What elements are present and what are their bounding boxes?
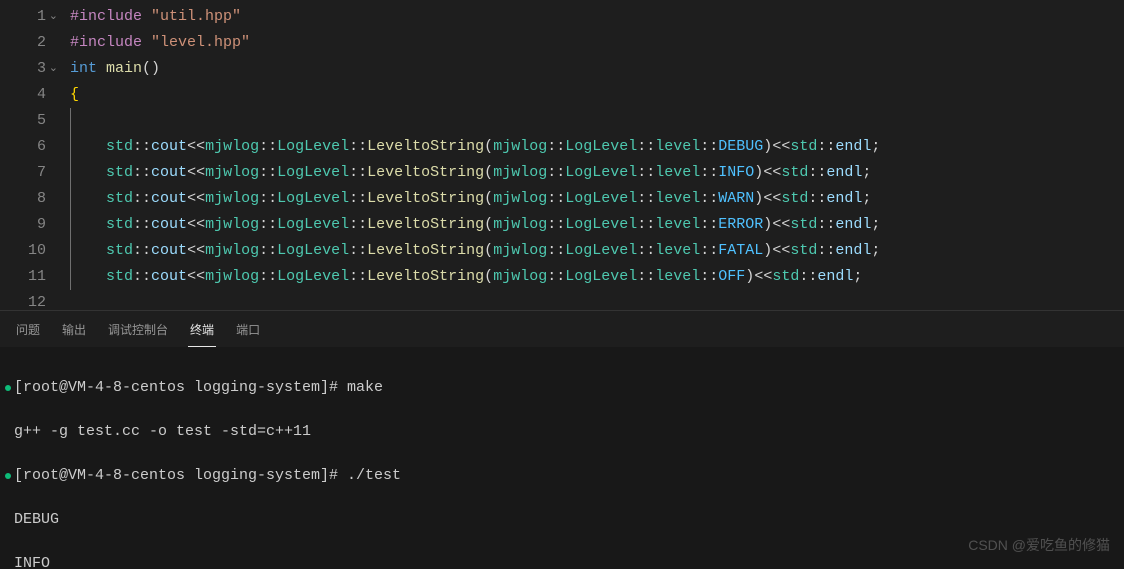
prompt-bullet-icon [5, 473, 11, 479]
line-number: 1⌄ [0, 4, 46, 30]
line-number: 7 [0, 160, 46, 186]
code-line[interactable]: #include "level.hpp" [60, 30, 1124, 56]
code-line[interactable]: { [60, 82, 1124, 108]
line-number: 9 [0, 212, 46, 238]
terminal-line: [root@VM-4-8-centos logging-system]# mak… [14, 377, 1110, 399]
code-editor[interactable]: 1⌄ 2 3⌄ 4 5 6 7 8 9 10 11 12 #include "u… [0, 0, 1124, 310]
line-number: 3⌄ [0, 56, 46, 82]
code-line[interactable]: std::cout<<mjwlog::LogLevel::LeveltoStri… [60, 134, 1124, 160]
code-line[interactable]: int main() [60, 56, 1124, 82]
terminal-panel[interactable]: [root@VM-4-8-centos logging-system]# mak… [0, 347, 1124, 569]
line-number: 4 [0, 82, 46, 108]
line-number: 6 [0, 134, 46, 160]
line-number: 11 [0, 264, 46, 290]
fold-icon[interactable]: ⌄ [49, 4, 58, 30]
terminal-output: DEBUG [14, 509, 1110, 531]
line-number: 12 [0, 290, 46, 310]
watermark-text: CSDN @爱吃鱼的修猫 [968, 535, 1110, 555]
terminal-output: INFO [14, 553, 1110, 569]
line-number: 8 [0, 186, 46, 212]
terminal-line: [root@VM-4-8-centos logging-system]# ./t… [14, 465, 1110, 487]
line-number: 2 [0, 30, 46, 56]
code-line[interactable]: std::cout<<mjwlog::LogLevel::LeveltoStri… [60, 186, 1124, 212]
panel-tabs: 问题 输出 调试控制台 终端 端口 [0, 310, 1124, 347]
tab-terminal[interactable]: 终端 [188, 317, 216, 347]
code-line[interactable]: std::cout<<mjwlog::LogLevel::LeveltoStri… [60, 160, 1124, 186]
line-number-gutter: 1⌄ 2 3⌄ 4 5 6 7 8 9 10 11 12 [0, 0, 60, 310]
code-line[interactable]: std::cout<<mjwlog::LogLevel::LeveltoStri… [60, 238, 1124, 264]
code-line[interactable]: std::cout<<mjwlog::LogLevel::LeveltoStri… [60, 264, 1124, 290]
prompt-bullet-icon [5, 385, 11, 391]
terminal-line: g++ -g test.cc -o test -std=c++11 [14, 421, 1110, 443]
line-number: 5 [0, 108, 46, 134]
code-area[interactable]: #include "util.hpp" #include "level.hpp"… [60, 0, 1124, 310]
tab-debug-console[interactable]: 调试控制台 [106, 317, 170, 347]
code-line[interactable] [60, 108, 1124, 134]
tab-port[interactable]: 端口 [234, 317, 262, 347]
code-line[interactable]: std::cout<<mjwlog::LogLevel::LeveltoStri… [60, 212, 1124, 238]
fold-icon[interactable]: ⌄ [49, 56, 58, 82]
tab-problem[interactable]: 问题 [14, 317, 42, 347]
line-number: 10 [0, 238, 46, 264]
tab-output[interactable]: 输出 [60, 317, 88, 347]
code-line[interactable]: #include "util.hpp" [60, 4, 1124, 30]
